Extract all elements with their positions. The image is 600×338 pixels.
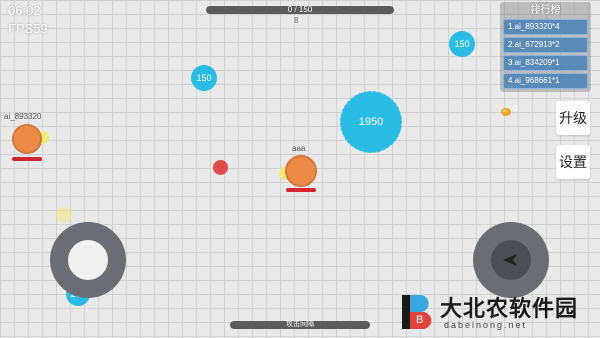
- blob: 150: [191, 65, 217, 91]
- enemy-player: [12, 124, 42, 154]
- leaderboard-row: 3.ai_834209*1: [503, 55, 588, 71]
- blob: 150: [449, 31, 475, 57]
- fire-joystick-knob[interactable]: [491, 240, 531, 280]
- player-health-bar: [286, 188, 316, 192]
- fire-joystick[interactable]: [473, 222, 549, 298]
- upgrade-button[interactable]: 升级: [556, 101, 590, 135]
- settings-button[interactable]: 设置: [556, 145, 590, 179]
- leaderboard-row: 2.ai_672913*2: [503, 37, 588, 53]
- leaderboard-title: 排行榜: [530, 5, 561, 16]
- arrow-left-icon: [503, 254, 517, 266]
- player-character: [285, 155, 317, 187]
- pickup-count: 0: [513, 104, 518, 113]
- attack-interval-bar: 攻击间隔: [230, 321, 370, 329]
- xp-bar: 0 / 150: [206, 5, 394, 14]
- food-pellet: [213, 160, 228, 175]
- watermark-url: dabeinong.net: [444, 320, 528, 330]
- brand-logo-icon: B: [402, 295, 432, 329]
- leaderboard: 排行榜 1.ai_893320*4 2.ai_672913*2 3.ai_834…: [500, 2, 591, 92]
- logo-letter: B: [416, 314, 423, 326]
- leaderboard-row: 4.ai_968661*1: [503, 73, 588, 89]
- large-blob: 1950: [340, 91, 402, 153]
- watermark: B 大北农软件园 dabeinong.net: [400, 291, 577, 338]
- game-clock: 06:02: [8, 3, 41, 18]
- player-name-tag: aaa: [292, 144, 306, 153]
- leaderboard-row: 1.ai_893320*4: [503, 19, 588, 35]
- coin-icon: [501, 108, 511, 116]
- move-joystick-knob[interactable]: [68, 240, 108, 280]
- move-joystick[interactable]: [50, 222, 126, 298]
- food-pellet: [56, 207, 72, 223]
- enemy-health-bar: [12, 157, 42, 161]
- enemy-name-tag: ai_893320: [4, 112, 42, 121]
- level-indicator: 8: [294, 16, 299, 25]
- watermark-brand: 大北农软件园: [440, 296, 579, 321]
- pickup-indicator: 0: [500, 104, 517, 122]
- xp-bar-text: 0 / 150: [287, 5, 313, 14]
- fps-counter: FPS59: [8, 21, 48, 36]
- game-canvas[interactable]: 06:02 FPS59 0 / 150 8 排行榜 1.ai_893320*4 …: [0, 0, 600, 338]
